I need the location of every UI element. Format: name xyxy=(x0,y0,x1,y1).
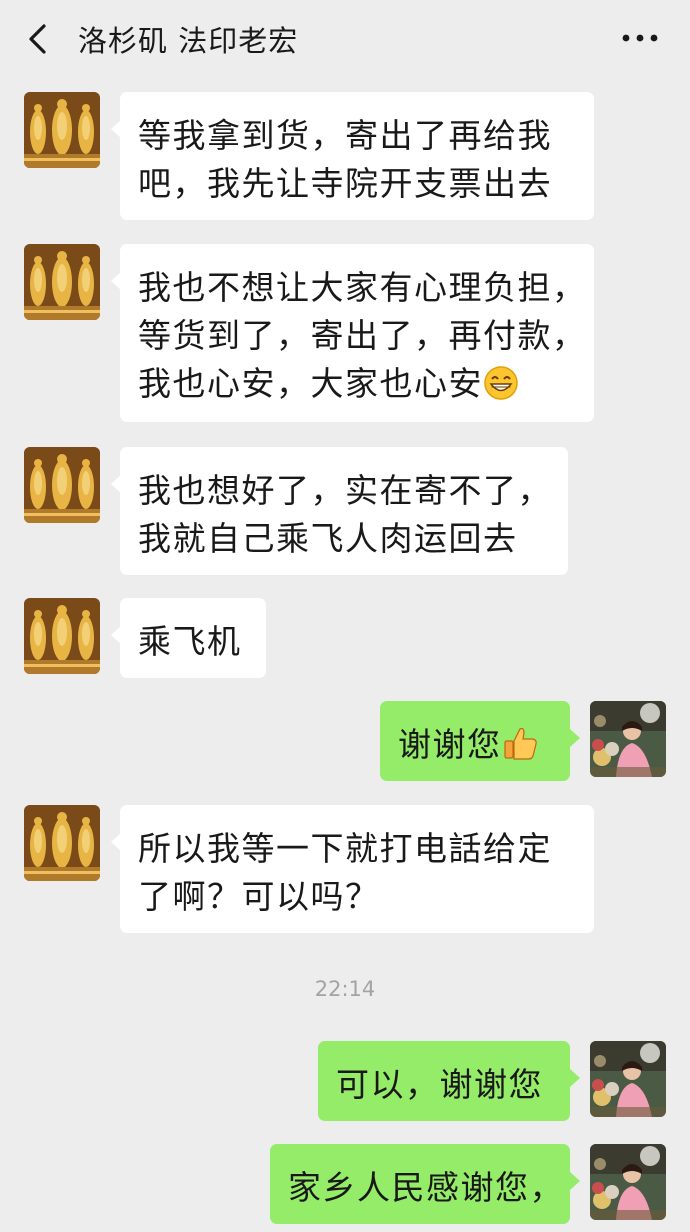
message-bubble-incoming[interactable]: 我也想好了，实在寄不了， 我就自己乘飞人肉运回去 xyxy=(120,447,568,575)
user-avatar[interactable] xyxy=(590,1144,666,1220)
message-bubble-incoming[interactable]: 所以我等一下就打电話给定 了啊？可以吗？ xyxy=(120,805,594,933)
message-line: 我也心安，大家也心安 xyxy=(138,364,483,403)
contact-avatar[interactable] xyxy=(24,244,100,320)
message-line: 吧，我先让寺院开支票出去 xyxy=(138,164,552,203)
bubble-tail xyxy=(570,1172,580,1190)
message-line: 我也想好了，实在寄不了， xyxy=(138,471,552,510)
message-line-with-emoji: 谢谢您 xyxy=(398,721,552,769)
chevron-left-icon[interactable] xyxy=(22,22,56,56)
message-line: 谢谢您 xyxy=(398,725,502,764)
user-avatar[interactable] xyxy=(590,701,666,777)
message-bubble-incoming[interactable]: 乘飞机 xyxy=(120,598,266,678)
bubble-tail xyxy=(570,1069,580,1087)
bubble-tail xyxy=(570,729,580,747)
contact-avatar[interactable] xyxy=(24,805,100,881)
message-line: 我也不想让大家有心理负担， xyxy=(138,268,587,307)
more-dots-icon[interactable] xyxy=(620,26,660,50)
message-bubble-outgoing[interactable]: 家乡人民感谢您， xyxy=(270,1144,570,1224)
message-line-with-emoji: 我也心安，大家也心安 xyxy=(138,360,576,408)
message-line: 等我拿到货，寄出了再给我 xyxy=(138,116,552,155)
message-line: 家乡人民感谢您， xyxy=(288,1168,564,1207)
message-line: 所以我等一下就打电話给定 xyxy=(138,829,552,868)
grinning-face-icon xyxy=(484,366,518,400)
chat-title: 洛杉矶 法印老宏 xyxy=(78,24,299,58)
message-line: 等货到了，寄出了，再付款， xyxy=(138,316,587,355)
contact-avatar[interactable] xyxy=(24,447,100,523)
user-avatar[interactable] xyxy=(590,1041,666,1117)
message-bubble-outgoing[interactable]: 可以，谢谢您 xyxy=(318,1041,570,1121)
message-line: 了啊？可以吗？ xyxy=(138,877,380,916)
message-bubble-incoming[interactable]: 我也不想让大家有心理负担， 等货到了，寄出了，再付款， 我也心安，大家也心安 xyxy=(120,244,594,422)
thumbs-up-icon xyxy=(503,727,537,760)
message-line: 我就自己乘飞人肉运回去 xyxy=(138,519,518,558)
message-bubble-outgoing[interactable]: 谢谢您 xyxy=(380,701,570,781)
chat-header: 洛杉矶 法印老宏 xyxy=(0,0,690,78)
chat-timestamp: 22:14 xyxy=(314,977,376,1001)
contact-avatar[interactable] xyxy=(24,92,100,168)
contact-avatar[interactable] xyxy=(24,598,100,674)
message-line: 可以，谢谢您 xyxy=(336,1065,543,1104)
message-bubble-incoming[interactable]: 等我拿到货，寄出了再给我 吧，我先让寺院开支票出去 xyxy=(120,92,594,220)
message-line: 乘飞机 xyxy=(138,622,242,661)
